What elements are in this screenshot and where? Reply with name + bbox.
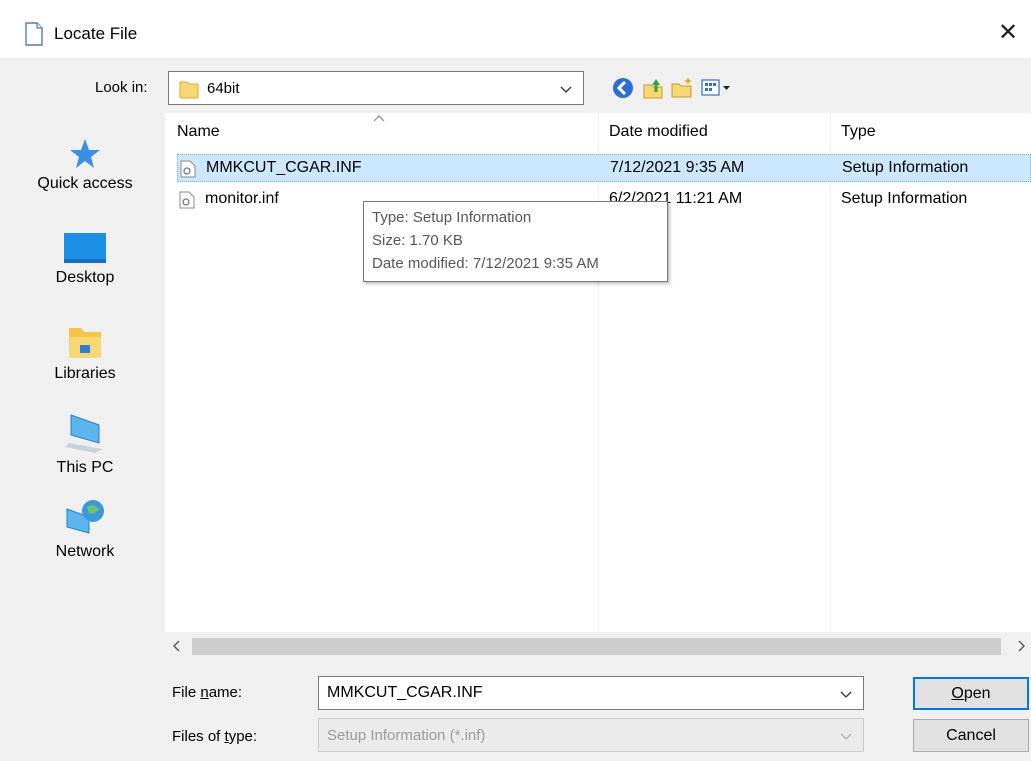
file-name-value: MMKCUT_CGAR.INF [327, 684, 483, 701]
up-folder-icon[interactable] [641, 76, 665, 100]
star-icon [70, 139, 100, 168]
title-bar: Locate File ✕ [0, 0, 1031, 58]
view-menu-icon[interactable] [700, 76, 734, 100]
file-list[interactable]: Name Date modified Type MMKCUT_CGAR.INF … [165, 113, 1031, 661]
tooltip-type: Type: Setup Information [372, 209, 532, 226]
file-info-tooltip: Type: Setup Information Size: 1.70 KB Da… [363, 201, 668, 282]
back-icon[interactable] [611, 76, 635, 100]
places-sidebar: Quick access Desktop Libraries This PC N… [20, 113, 150, 661]
close-icon: ✕ [997, 19, 1019, 46]
sidebar-item-this-pc[interactable]: This PC [20, 413, 150, 477]
open-button[interactable]: Open [913, 677, 1029, 710]
tooltip-size: Size: 1.70 KB [372, 232, 463, 249]
horizontal-scrollbar[interactable] [165, 632, 1031, 661]
look-in-combo[interactable]: 64bit [168, 71, 584, 105]
file-date: 7/12/2021 9:35 AM [610, 159, 745, 176]
libraries-icon [69, 328, 101, 358]
file-name-input[interactable]: MMKCUT_CGAR.INF [318, 676, 864, 710]
chevron-down-icon [840, 733, 852, 740]
file-type: Setup Information [842, 159, 969, 176]
file-type-label: Files of type: [172, 728, 258, 745]
setup-file-icon [179, 191, 195, 209]
cancel-button[interactable]: Cancel [913, 719, 1029, 752]
column-header-date-modified[interactable]: Date modified [609, 123, 708, 141]
sidebar-item-desktop[interactable]: Desktop [20, 231, 150, 287]
file-name-label: File name: [172, 684, 243, 701]
look-in-value: 64bit [207, 80, 240, 97]
chevron-down-icon[interactable] [839, 687, 853, 701]
sort-ascending-icon [373, 115, 385, 122]
folder-icon [179, 81, 199, 99]
chevron-left-icon[interactable] [171, 639, 183, 653]
computer-icon [65, 414, 103, 453]
file-name: MMKCUT_CGAR.INF [206, 159, 362, 176]
chevron-down-icon [560, 86, 572, 93]
column-header-type[interactable]: Type [841, 123, 876, 141]
column-header-name[interactable]: Name [177, 123, 220, 141]
close-button[interactable]: ✕ [991, 16, 1025, 50]
scrollbar-thumb[interactable] [192, 638, 1001, 655]
sidebar-item-libraries[interactable]: Libraries [20, 325, 150, 383]
desktop-icon [64, 233, 106, 263]
file-type-select: Setup Information (*.inf) [318, 718, 864, 752]
chevron-right-icon[interactable] [1015, 639, 1027, 653]
sidebar-item-network[interactable]: Network [20, 497, 150, 561]
tooltip-date: Date modified: 7/12/2021 9:35 AM [372, 255, 599, 272]
setup-file-icon [180, 160, 196, 178]
file-type-value: Setup Information (*.inf) [327, 727, 486, 744]
document-icon [25, 22, 43, 46]
file-type: Setup Information [841, 190, 968, 207]
file-name: monitor.inf [205, 190, 279, 207]
new-folder-icon[interactable] [670, 76, 694, 100]
window-title: Locate File [54, 24, 138, 43]
table-row[interactable]: MMKCUT_CGAR.INF 7/12/2021 9:35 AM Setup … [177, 154, 1031, 182]
network-icon [66, 500, 104, 534]
sidebar-item-quick-access[interactable]: Quick access [20, 137, 150, 193]
look-in-label: Look in: [95, 79, 148, 96]
